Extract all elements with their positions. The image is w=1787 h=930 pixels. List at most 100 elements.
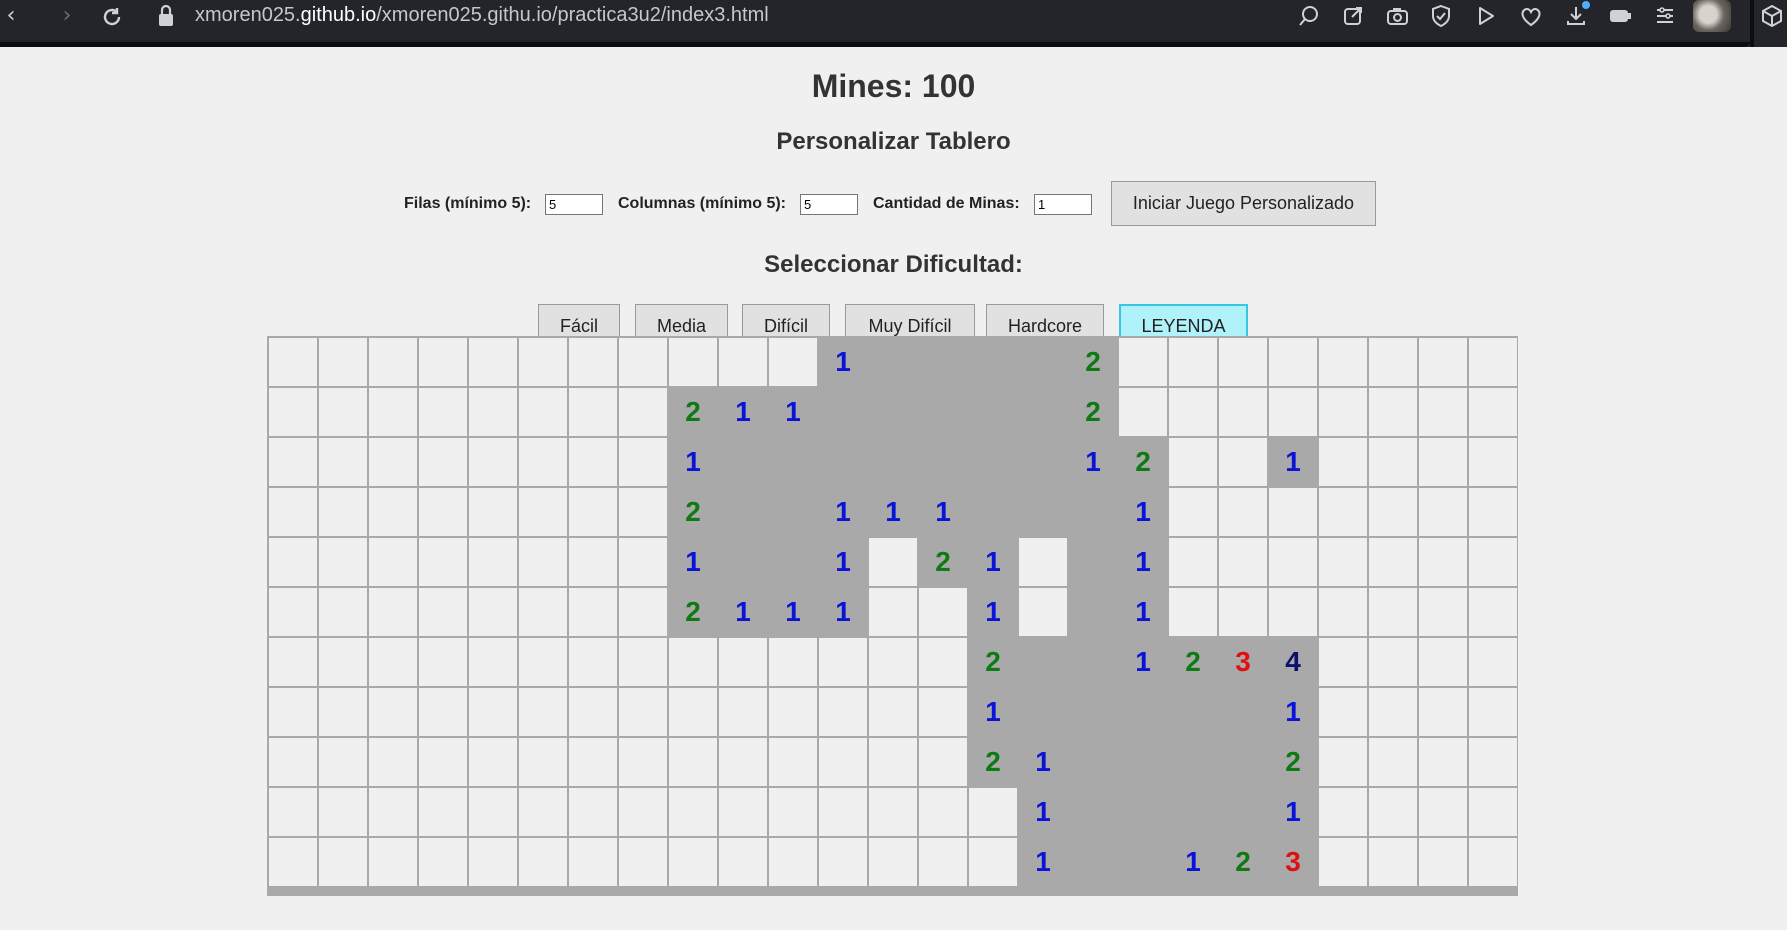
board-cell[interactable]: [1069, 788, 1117, 836]
board-cell[interactable]: [719, 738, 767, 786]
board-cell[interactable]: [869, 388, 917, 436]
board-cell[interactable]: [1319, 788, 1367, 836]
board-cell[interactable]: 2: [1219, 838, 1267, 886]
board-cell[interactable]: [1119, 788, 1167, 836]
board-cell[interactable]: [769, 338, 817, 386]
board-cell[interactable]: [419, 838, 467, 886]
board-cell[interactable]: [269, 388, 317, 436]
board-cell[interactable]: [569, 788, 617, 836]
board-cell[interactable]: [369, 738, 417, 786]
reload-icon[interactable]: [97, 2, 127, 32]
board-cell[interactable]: 2: [1119, 438, 1167, 486]
board-cell[interactable]: [569, 738, 617, 786]
board-cell[interactable]: 1: [1019, 738, 1067, 786]
board-cell[interactable]: [1069, 488, 1117, 536]
board-cell[interactable]: [619, 738, 667, 786]
download-icon[interactable]: [1561, 1, 1591, 31]
board-cell[interactable]: [419, 538, 467, 586]
board-cell[interactable]: [469, 438, 517, 486]
board-cell[interactable]: [1319, 588, 1367, 636]
profile-avatar[interactable]: [1693, 0, 1731, 32]
board-cell[interactable]: [819, 388, 867, 436]
board-cell[interactable]: [919, 788, 967, 836]
board-cell[interactable]: [1169, 488, 1217, 536]
board-cell[interactable]: [819, 438, 867, 486]
board-cell[interactable]: [869, 588, 917, 636]
board-cell[interactable]: [1219, 788, 1267, 836]
board-cell[interactable]: [269, 738, 317, 786]
board-cell[interactable]: [719, 638, 767, 686]
board-cell[interactable]: [1369, 688, 1417, 736]
board-cell[interactable]: [569, 838, 617, 886]
board-cell[interactable]: [1219, 588, 1267, 636]
board-cell[interactable]: [1369, 488, 1417, 536]
board-cell[interactable]: 1: [719, 388, 767, 436]
board-cell[interactable]: 1: [1019, 838, 1067, 886]
columns-input[interactable]: [800, 194, 858, 215]
board-cell[interactable]: [369, 338, 417, 386]
board-cell[interactable]: [569, 688, 617, 736]
board-cell[interactable]: [1119, 388, 1167, 436]
board-cell[interactable]: 2: [669, 388, 717, 436]
board-cell[interactable]: [869, 438, 917, 486]
board-cell[interactable]: [419, 438, 467, 486]
board-cell[interactable]: [519, 688, 567, 736]
board-cell[interactable]: [569, 638, 617, 686]
board-cell[interactable]: [719, 338, 767, 386]
board-cell[interactable]: 1: [1269, 688, 1317, 736]
board-cell[interactable]: [819, 788, 867, 836]
board-cell[interactable]: [1319, 438, 1367, 486]
board-cell[interactable]: 1: [1119, 488, 1167, 536]
board-cell[interactable]: [669, 738, 717, 786]
board-cell[interactable]: [1169, 388, 1217, 436]
board-cell[interactable]: [869, 788, 917, 836]
board-cell[interactable]: [519, 838, 567, 886]
board-cell[interactable]: [369, 638, 417, 686]
board-cell[interactable]: [1469, 788, 1517, 836]
camera-icon[interactable]: [1382, 1, 1412, 31]
board-cell[interactable]: 1: [1019, 788, 1067, 836]
board-cell[interactable]: [1219, 388, 1267, 436]
board-cell[interactable]: [919, 838, 967, 886]
board-cell[interactable]: [1269, 488, 1317, 536]
board-cell[interactable]: [1269, 588, 1317, 636]
board-cell[interactable]: [319, 388, 367, 436]
extensions-cube-icon[interactable]: [1757, 1, 1787, 31]
board-cell[interactable]: [1369, 838, 1417, 886]
board-cell[interactable]: [319, 438, 367, 486]
board-cell[interactable]: [1469, 338, 1517, 386]
board-cell[interactable]: [919, 638, 967, 686]
heart-icon[interactable]: [1516, 1, 1546, 31]
board-cell[interactable]: [1069, 838, 1117, 886]
board-cell[interactable]: [369, 838, 417, 886]
board-cell[interactable]: [619, 438, 667, 486]
board-cell[interactable]: [1319, 338, 1367, 386]
board-cell[interactable]: [619, 538, 667, 586]
board-cell[interactable]: [619, 688, 667, 736]
board-cell[interactable]: [1369, 388, 1417, 436]
board-cell[interactable]: [969, 838, 1017, 886]
board-cell[interactable]: 1: [919, 488, 967, 536]
board-cell[interactable]: [369, 588, 417, 636]
board-cell[interactable]: 1: [1119, 638, 1167, 686]
board-cell[interactable]: [269, 638, 317, 686]
board-cell[interactable]: [1319, 488, 1367, 536]
board-cell[interactable]: [919, 438, 967, 486]
board-cell[interactable]: [419, 338, 467, 386]
board-cell[interactable]: [1269, 538, 1317, 586]
board-cell[interactable]: [619, 388, 667, 436]
board-cell[interactable]: [919, 388, 967, 436]
board-cell[interactable]: [319, 838, 367, 886]
board-cell[interactable]: 2: [919, 538, 967, 586]
board-cell[interactable]: [569, 538, 617, 586]
board-cell[interactable]: [1319, 838, 1367, 886]
board-cell[interactable]: [919, 738, 967, 786]
board-cell[interactable]: 4: [1269, 638, 1317, 686]
board-cell[interactable]: [619, 588, 667, 636]
board-cell[interactable]: 1: [1169, 838, 1217, 886]
board-cell[interactable]: [369, 438, 417, 486]
board-cell[interactable]: 1: [869, 488, 917, 536]
board-cell[interactable]: [719, 538, 767, 586]
board-cell[interactable]: [969, 338, 1017, 386]
board-cell[interactable]: [319, 638, 367, 686]
